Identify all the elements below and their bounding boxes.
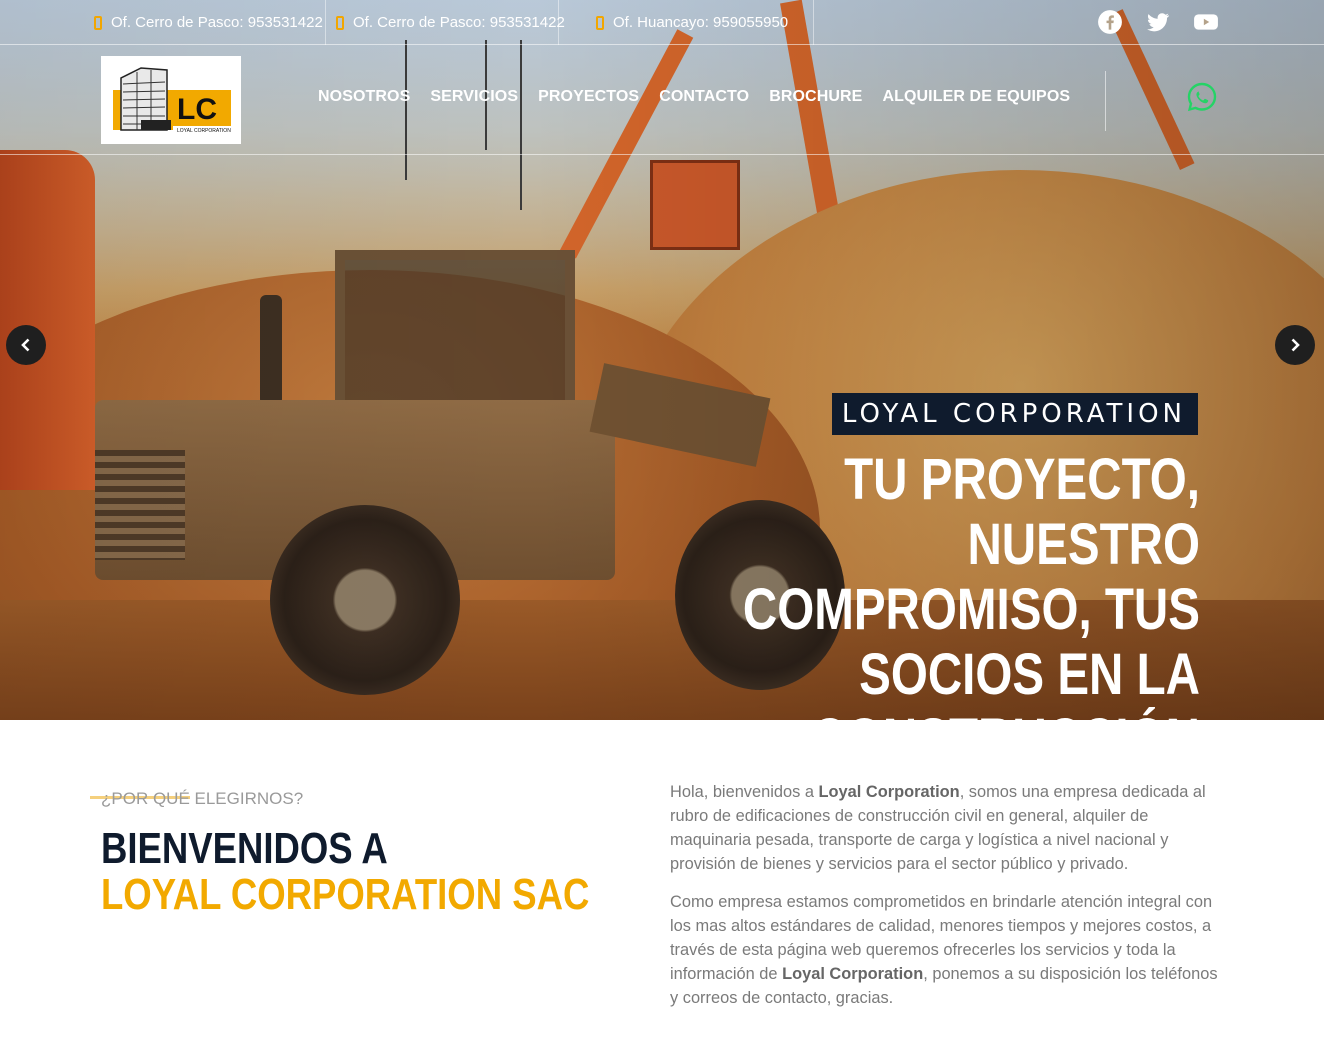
facebook-icon[interactable] — [1097, 9, 1123, 35]
mobile-phone-icon — [94, 15, 102, 30]
slider-prev-button[interactable] — [6, 325, 46, 365]
primary-nav: NOSOTROS SERVICIOS PROYECTOS CONTACTO BR… — [318, 88, 1090, 106]
company-name-bold: Loyal Corporation — [782, 965, 924, 983]
mobile-phone-icon — [596, 15, 604, 30]
svg-text:LOYAL CORPORATION: LOYAL CORPORATION — [177, 128, 231, 134]
title-line-1: BIENVENIDOS A — [101, 824, 388, 873]
about-text: Hola, bienvenidos a Loyal Corporation, s… — [670, 780, 1220, 1024]
company-name-bold: Loyal Corporation — [818, 783, 960, 801]
section-title: BIENVENIDOS A LOYAL CORPORATION SAC — [101, 826, 589, 918]
divider — [325, 0, 326, 45]
youtube-icon[interactable] — [1193, 9, 1219, 35]
office-phone-2[interactable]: Of. Cerro de Pasco: 953531422 — [336, 0, 565, 45]
company-logo[interactable]: LC LOYAL CORPORATION — [101, 56, 241, 144]
divider — [558, 0, 559, 45]
svg-text:LC: LC — [177, 93, 217, 126]
headline-line: COMPROMISO, TUS — [742, 577, 1200, 642]
hero-badge: LOYAL CORPORATION — [831, 393, 1198, 435]
top-bar: Of. Cerro de Pasco: 953531422 Of. Cerro … — [0, 0, 1324, 45]
nav-item-alquiler-de-equipos[interactable]: ALQUILER DE EQUIPOS — [882, 88, 1070, 106]
whatsapp-icon[interactable] — [1186, 81, 1218, 113]
nav-item-nosotros[interactable]: NOSOTROS — [318, 88, 410, 106]
title-line-2: LOYAL CORPORATION SAC — [101, 870, 590, 919]
office-phone-label: Of. Cerro de Pasco: 953531422 — [353, 14, 565, 31]
office-phone-label: Of. Huancayo: 959055950 — [613, 14, 789, 31]
nav-item-proyectos[interactable]: PROYECTOS — [538, 88, 639, 106]
headline-line: SOCIOS EN LA — [859, 642, 1200, 707]
chevron-left-icon — [21, 338, 30, 352]
section-eyebrow: ¿POR QUÉ ELEGIRNOS? — [101, 789, 304, 808]
about-paragraph: Como empresa estamos comprometidos en br… — [670, 893, 1218, 1007]
hero-headline: TU PROYECTO, NUESTRO COMPROMISO, TUS SOC… — [692, 447, 1200, 772]
divider — [1105, 71, 1106, 131]
headline-line: CONSTRUCCIÓN — [811, 707, 1200, 772]
mobile-phone-icon — [336, 15, 344, 30]
nav-item-contacto[interactable]: CONTACTO — [659, 88, 749, 106]
office-phone-label: Of. Cerro de Pasco: 953531422 — [111, 14, 323, 31]
office-phone-3[interactable]: Of. Huancayo: 959055950 — [596, 0, 788, 45]
slider-next-button[interactable] — [1275, 325, 1315, 365]
chevron-right-icon — [1291, 338, 1300, 352]
office-phone-1[interactable]: Of. Cerro de Pasco: 953531422 — [94, 0, 323, 45]
building-logo-icon: LC LOYAL CORPORATION — [113, 67, 231, 134]
main-header: LC LOYAL CORPORATION NOSOTROS SERVICIOS … — [0, 45, 1324, 155]
twitter-icon[interactable] — [1145, 9, 1171, 35]
nav-item-servicios[interactable]: SERVICIOS — [430, 88, 518, 106]
divider — [813, 0, 814, 45]
headline-line: TU PROYECTO, NUESTRO — [844, 447, 1200, 577]
nav-item-brochure[interactable]: BROCHURE — [769, 88, 862, 106]
about-paragraph: Hola, bienvenidos a Loyal Corporation, s… — [670, 783, 1206, 873]
